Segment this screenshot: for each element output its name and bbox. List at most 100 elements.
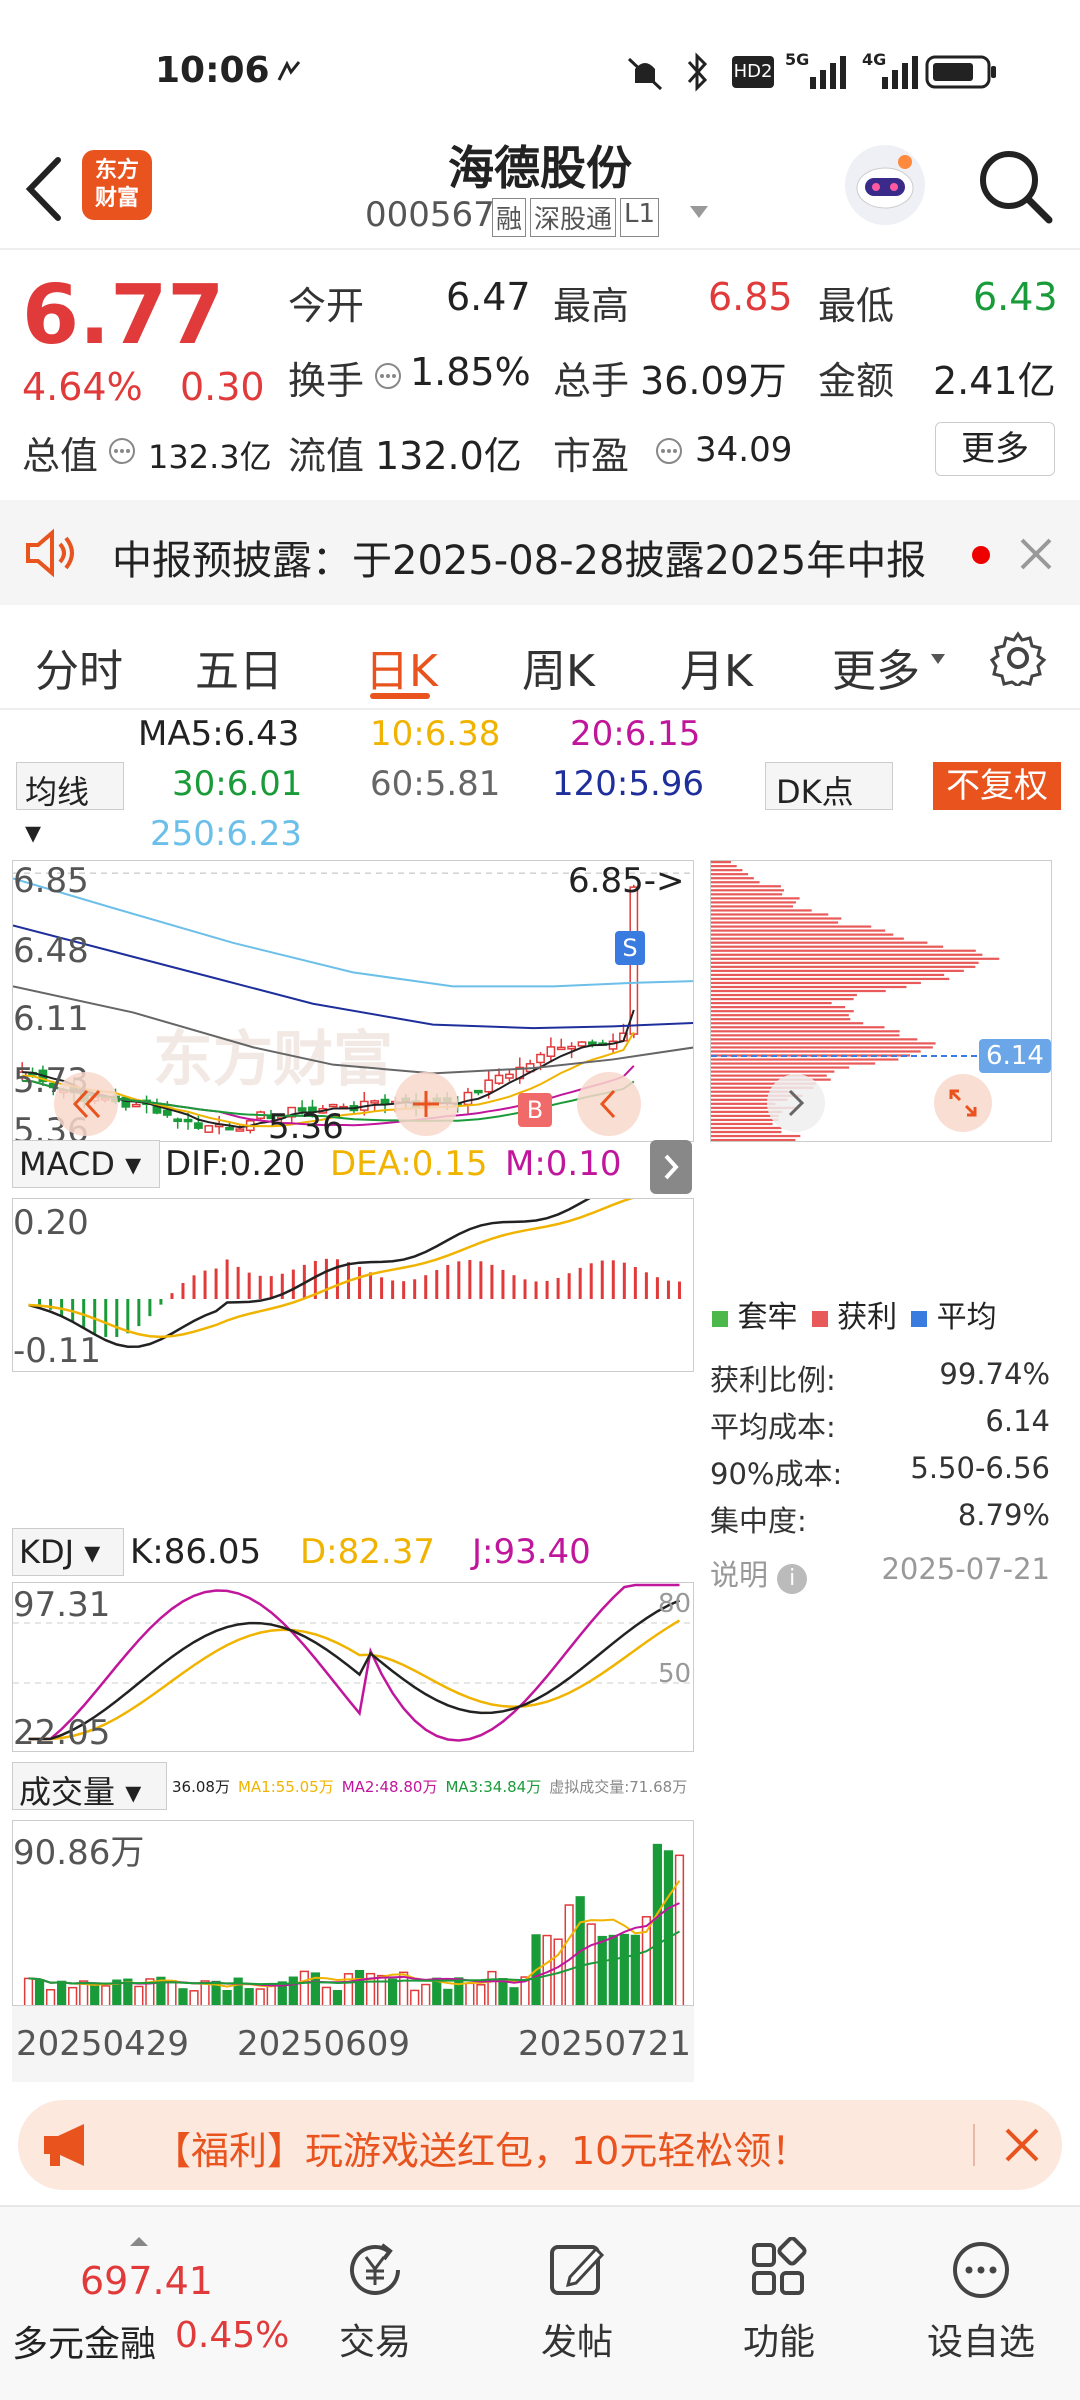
robot-assistant-icon[interactable] [840,140,930,230]
avg-cost-value: 6.14 [985,1404,1050,1438]
candle-body [473,1089,483,1094]
chip-distribution-panel[interactable]: 6.14 [710,860,1052,1142]
volume-bar [57,1980,67,2005]
chip-row-concentration: 集中度: 8.79% [710,1498,1050,1540]
chip-bar [711,989,886,993]
open-value: 6.47 [446,275,531,319]
search-icon[interactable] [975,146,1055,226]
dropdown-arrow-icon[interactable] [688,204,710,220]
chip-bar [711,1006,846,1009]
tab-weekly-k[interactable]: 周K [522,635,595,699]
chip-bar [711,885,781,888]
tab-monthly-k[interactable]: 月K [680,635,753,699]
chip-row-note[interactable]: 说明 i 2025-07-21 [710,1552,1050,1594]
edit-post-icon [550,2245,605,2295]
expand-up-icon[interactable] [128,2235,150,2247]
close-icon[interactable] [1018,536,1054,572]
kdj-svg [13,1583,693,1742]
macd-selector[interactable]: MACD ▾ [12,1140,160,1188]
sector-name[interactable]: 多元金融 [12,2315,156,2367]
chip-bar [711,877,754,880]
volume-axis-top: 90.86万 [13,1833,145,1873]
volume-bar [321,1986,332,2005]
volume-bar [674,1854,685,2005]
nav-functions[interactable]: 功能 [704,2237,854,2365]
volume-bar [90,1983,100,2005]
crosshair-plus-icon[interactable] [393,1071,459,1137]
avg-cost-tag: 6.14 [979,1039,1051,1073]
candle-body [505,1073,514,1079]
volume-bar [652,1843,663,2005]
candle-body [370,1100,380,1104]
candle-body [567,1045,576,1050]
high-marker: 6.85-> [568,861,685,901]
volume-bar [608,1934,618,2005]
promo-close-icon[interactable] [1003,2126,1041,2164]
nav-add-watchlist[interactable]: 设自选 [906,2237,1056,2365]
volume-panel[interactable]: 90.86万 [12,1820,694,2006]
chip-bar [711,1026,885,1029]
volume-bar [586,1923,596,2005]
adjust-button[interactable]: 不复权 [933,762,1061,810]
tab-intraday[interactable]: 分时 [35,635,123,699]
candle-body [380,1098,390,1105]
kdj-selector[interactable]: KDJ ▾ [12,1528,124,1576]
nav-post[interactable]: 发帖 [502,2237,652,2365]
tab-more[interactable]: 更多 [832,635,920,699]
info-dots-icon[interactable] [108,437,136,465]
ma-selector[interactable]: 均线 ▾ [16,762,124,851]
candle-body [131,1103,141,1108]
candle-body [556,1046,566,1051]
mktcap-value: 132.3亿 [148,438,272,476]
chip-bar [711,1010,854,1013]
sector-index-value[interactable]: 697.41 [80,2259,213,2303]
kdj-panel[interactable]: 97.31 22.05 80 50 [12,1582,694,1752]
chip-date: 2025-07-21 [881,1552,1050,1586]
chip-bar [711,953,983,956]
scroll-left-icon[interactable] [576,1071,642,1137]
ma250-label: 250:6.23 [150,814,303,854]
chip-bar [711,997,854,1001]
sell-tag[interactable]: S [615,931,645,965]
price-axis-top: 6.85 [13,861,89,901]
settings-gear-icon[interactable] [990,630,1046,686]
megaphone-icon [44,2124,84,2166]
expand-icon[interactable] [933,1073,993,1133]
volume-bar [222,1990,232,2005]
collapse-chip-button[interactable] [650,1140,692,1194]
notice-bar[interactable]: 中报预披露：于2025-08-28披露2025年中报 [0,500,1080,605]
chip-bar [711,1034,900,1037]
amount-label: 金额 [818,359,895,403]
more-button[interactable]: 更多 [935,422,1055,476]
macd-panel[interactable]: 0.20 -0.11 [12,1198,694,1372]
chip-bar [711,1042,936,1045]
dif-line [28,1199,591,1349]
candle-body [173,1118,183,1123]
tab-five-day[interactable]: 五日 [195,635,283,699]
chart-area: MA5:6.43 10:6.38 20:6.15 均线 ▾ 30:6.01 60… [0,712,1080,2082]
volume-bar [597,1935,607,2005]
ma5-label: MA5:6.43 [138,714,300,754]
note-label: 说明 [710,1558,769,1592]
chip-bar [711,1122,773,1126]
nav-trade[interactable]: 交易 [300,2237,450,2365]
promo-banner[interactable]: 【福利】玩游戏送红包，10元轻松领！ [18,2100,1062,2190]
scroll-left-double-icon[interactable] [53,1071,119,1137]
concentration-label: 集中度: [710,1504,807,1538]
cost90-label: 90%成本: [710,1457,843,1491]
buy-tag[interactable]: B [518,1093,552,1127]
chip-bar [711,961,979,964]
info-dots-icon[interactable] [655,437,683,465]
scroll-right-icon[interactable] [766,1073,826,1133]
info-dots-icon[interactable] [374,362,402,390]
kdj-ref-50: 50 [658,1659,692,1689]
volume-selector[interactable]: 成交量 ▾ [12,1762,167,1811]
active-tab-indicator [370,693,430,699]
kline-panel[interactable]: 东方财富 6.85 6.48 6.11 5.73 5.36 6.85-> 5.3… [12,860,694,1142]
legend-profit-label: 获利 [837,1300,898,1335]
sector-pct[interactable]: 0.45% [175,2315,289,2356]
vol-virtual: 虚拟成交量:71.68万 [549,1778,688,1796]
dk-point-button[interactable]: DK点 [765,762,893,811]
tab-daily-k[interactable]: 日K [365,635,438,699]
amount-value: 2.41亿 [933,359,1056,403]
